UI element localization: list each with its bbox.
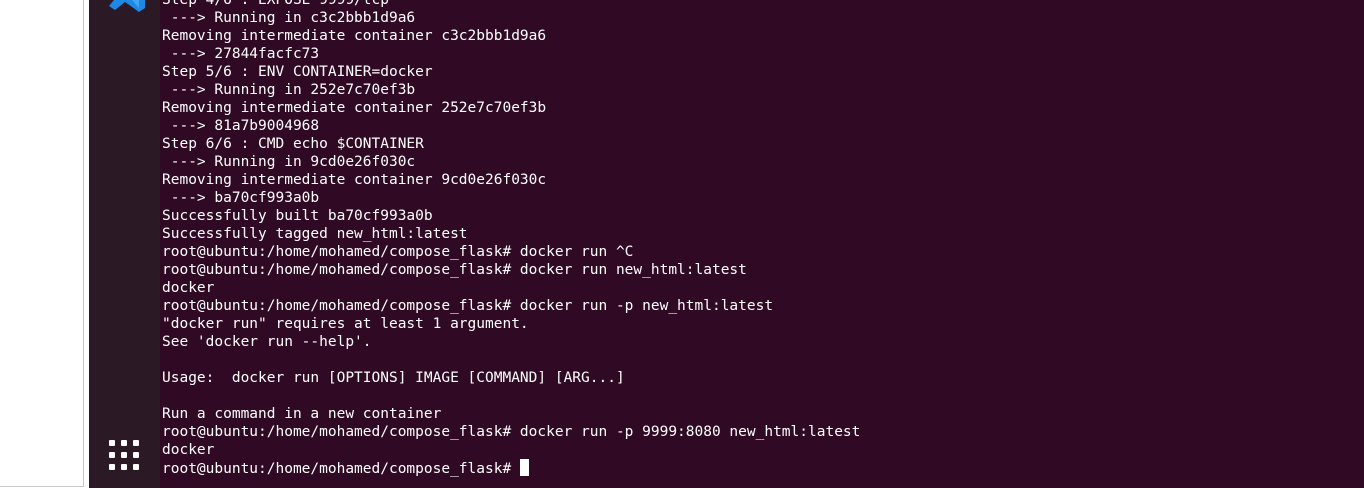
terminal-line: Usage: docker run [OPTIONS] IMAGE [COMMA… <box>162 370 625 386</box>
terminal-line: See 'docker run --help'. <box>162 334 372 350</box>
terminal-line: ---> Running in c3c2bbb1d9a6 <box>162 10 416 26</box>
terminal-output: Step 4/6 : EXPOSE 9999/tcp ---> Running … <box>162 0 860 477</box>
terminal-line: "docker run" requires at least 1 argumen… <box>162 316 529 332</box>
terminal-line: Removing intermediate container 252e7c70… <box>162 100 547 116</box>
terminal-line: root@ubuntu:/home/mohamed/compose_flask#… <box>162 424 861 440</box>
terminal-line: Step 5/6 : ENV CONTAINER=docker <box>162 64 433 80</box>
terminal-line: ---> 27844facfc73 <box>162 46 320 62</box>
terminal-line: Step 4/6 : EXPOSE 9999/tcp <box>162 0 389 8</box>
text-cursor <box>519 459 529 476</box>
vscode-icon[interactable] <box>101 0 147 14</box>
terminal-line: root@ubuntu:/home/mohamed/compose_flask#… <box>162 298 774 314</box>
terminal-line: ---> 81a7b9004968 <box>162 118 320 134</box>
terminal-prompt: root@ubuntu:/home/mohamed/compose_flask# <box>162 461 520 477</box>
terminal-line: Step 6/6 : CMD echo $CONTAINER <box>162 136 424 152</box>
terminal-line: root@ubuntu:/home/mohamed/compose_flask#… <box>162 244 634 260</box>
terminal-window[interactable]: Step 4/6 : EXPOSE 9999/tcp ---> Running … <box>160 0 1364 488</box>
terminal-line: ---> ba70cf993a0b <box>162 190 320 206</box>
terminal-prompt-line[interactable]: root@ubuntu:/home/mohamed/compose_flask# <box>162 459 860 477</box>
left-window-pane <box>0 0 84 487</box>
terminal-line: Successfully built ba70cf993a0b <box>162 208 433 224</box>
dock-sidebar <box>89 0 160 488</box>
terminal-line: Run a command in a new container <box>162 406 442 422</box>
terminal-line: ---> Running in 252e7c70ef3b <box>162 82 416 98</box>
terminal-line: Successfully tagged new_html:latest <box>162 226 468 242</box>
terminal-line: root@ubuntu:/home/mohamed/compose_flask#… <box>162 262 747 278</box>
terminal-line: Removing intermediate container c3c2bbb1… <box>162 28 547 44</box>
show-applications-grid-icon[interactable] <box>109 440 139 470</box>
terminal-line: docker <box>162 442 215 458</box>
terminal-line: Removing intermediate container 9cd0e26f… <box>162 172 547 188</box>
terminal-line: docker <box>162 280 215 296</box>
terminal-line: ---> Running in 9cd0e26f030c <box>162 154 416 170</box>
